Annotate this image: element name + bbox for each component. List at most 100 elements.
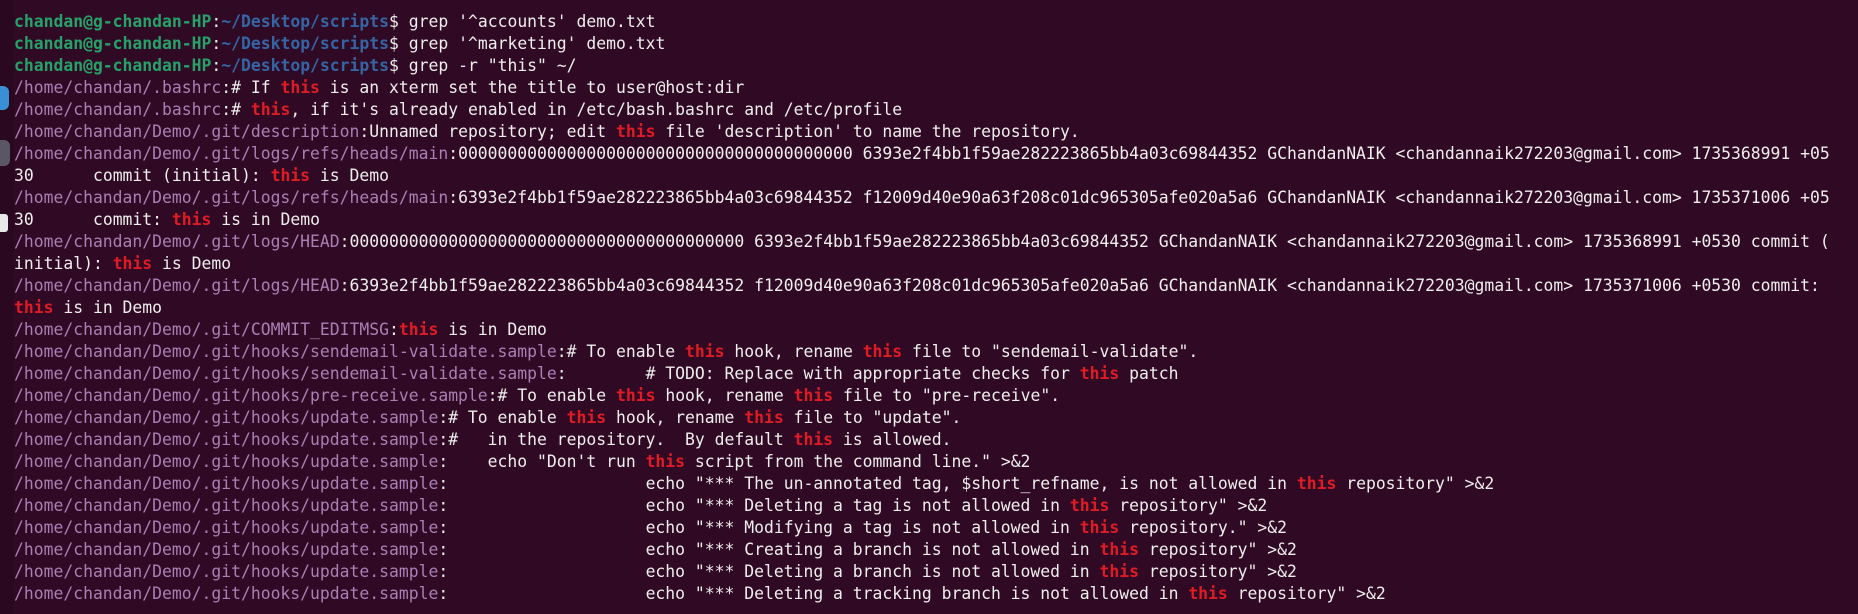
terminal-icon[interactable] — [0, 140, 10, 166]
line-text: initial): — [14, 254, 113, 273]
line-text: file 'description' to name the repositor… — [655, 122, 1080, 141]
prompt-dollar: $ — [389, 12, 409, 31]
line-text: :# If — [221, 78, 281, 97]
line-text: is Demo — [152, 254, 232, 273]
line-text: :6393e2f4bb1f59ae282223865bb4a03c6984435… — [339, 276, 1820, 295]
match-highlight: this — [171, 210, 212, 229]
line-text: file to "sendemail-validate". — [902, 342, 1199, 361]
line-text: : echo "*** Deleting a branch is not all… — [438, 562, 1100, 581]
output-line: /home/chandan/Demo/.git/hooks/pre-receiv… — [14, 385, 1858, 407]
line-text: , if it's already enabled in /etc/bash.b… — [290, 100, 903, 119]
file-path: /home/chandan/Demo/.git/hooks/update.sam… — [14, 584, 439, 603]
match-highlight: this — [270, 166, 311, 185]
output-line: /home/chandan/.bashrc:# this, if it's al… — [14, 99, 1858, 121]
line-text: grep -r "this" ~/ — [408, 56, 577, 75]
prompt-line: chandan@g-chandan-HP:~/Desktop/scripts$ … — [14, 55, 1858, 77]
line-text: is Demo — [310, 166, 390, 185]
match-highlight: this — [398, 320, 439, 339]
output-line: 30 commit: this is in Demo — [14, 209, 1858, 231]
file-path: /home/chandan/Demo/.git/hooks/sendemail-… — [14, 364, 557, 383]
line-text: file to "pre-receive". — [833, 386, 1061, 405]
file-path: /home/chandan/Demo/.git/hooks/update.sam… — [14, 452, 439, 471]
file-path: /home/chandan/.bashrc — [14, 100, 222, 119]
line-text: : echo "*** Deleting a tracking branch i… — [438, 584, 1189, 603]
line-text: is an xterm set the title to user@host:d… — [319, 78, 745, 97]
line-text: is in Demo — [53, 298, 163, 317]
line-text: :# To enable — [556, 342, 686, 361]
line-text: :# — [221, 100, 251, 119]
prompt-user: chandan@g-chandan-HP — [14, 56, 212, 75]
output-line: /home/chandan/Demo/.git/COMMIT_EDITMSG:t… — [14, 319, 1858, 341]
file-path: /home/chandan/Demo/.git/hooks/update.sam… — [14, 562, 439, 581]
file-path: /home/chandan/Demo/.git/hooks/update.sam… — [14, 474, 439, 493]
match-highlight: this — [862, 342, 903, 361]
file-path: /home/chandan/.bashrc — [14, 78, 222, 97]
match-highlight: this — [1069, 496, 1110, 515]
file-path: /home/chandan/Demo/.git/hooks/update.sam… — [14, 540, 439, 559]
file-path: /home/chandan/Demo/.git/logs/refs/heads/… — [14, 144, 449, 163]
line-text: hook, rename — [724, 342, 863, 361]
line-text: is allowed. — [833, 430, 952, 449]
match-highlight: this — [566, 408, 607, 427]
line-text: is in Demo — [438, 320, 547, 339]
output-line: /home/chandan/Demo/.git/logs/HEAD:000000… — [14, 231, 1858, 253]
match-highlight: this — [744, 408, 784, 427]
prompt-separator: : — [211, 34, 222, 53]
line-text: : echo "*** Modifying a tag is not allow… — [438, 518, 1080, 537]
match-highlight: this — [793, 386, 834, 405]
output-line: /home/chandan/Demo/.git/hooks/sendemail-… — [14, 341, 1858, 363]
file-path: /home/chandan/Demo/.git/logs/HEAD — [14, 276, 340, 295]
file-path: /home/chandan/Demo/.git/logs/refs/heads/… — [14, 188, 449, 207]
file-path: /home/chandan/Demo/.git/hooks/pre-receiv… — [14, 386, 488, 405]
prompt-dollar: $ — [389, 56, 409, 75]
line-text: : — [388, 320, 399, 339]
prompt-line: chandan@g-chandan-HP:~/Desktop/scripts$ … — [14, 33, 1858, 55]
match-highlight: this — [1079, 364, 1120, 383]
output-line: /home/chandan/Demo/.git/hooks/update.sam… — [14, 583, 1858, 605]
file-path: /home/chandan/Demo/.git/hooks/update.sam… — [14, 496, 439, 515]
match-highlight: this — [615, 386, 656, 405]
output-line: /home/chandan/.bashrc:# If this is an xt… — [14, 77, 1858, 99]
line-text: repository" >&2 — [1138, 540, 1297, 559]
terminal-output[interactable]: chandan@g-chandan-HP:~/Desktop/scripts$ … — [14, 11, 1858, 614]
line-text: file to "update". — [783, 408, 962, 427]
match-highlight: this — [112, 254, 153, 273]
prompt-dollar: $ — [389, 34, 409, 53]
line-text: hook, rename — [606, 408, 745, 427]
output-line: /home/chandan/Demo/.git/hooks/sendemail-… — [14, 363, 1858, 385]
match-highlight: this — [645, 452, 686, 471]
match-highlight: this — [1079, 518, 1120, 537]
line-text: :# To enable — [487, 386, 616, 405]
prompt-line: chandan@g-chandan-HP:~/Desktop/scripts$ … — [14, 11, 1858, 33]
line-text: repository." >&2 — [1119, 518, 1288, 537]
output-line: initial): this is Demo — [14, 253, 1858, 275]
match-highlight: this — [793, 430, 834, 449]
output-line: /home/chandan/Demo/.git/hooks/update.sam… — [14, 429, 1858, 451]
match-highlight: this — [1188, 584, 1228, 603]
app-icon[interactable] — [0, 86, 9, 110]
match-highlight: this — [615, 122, 656, 141]
file-path: /home/chandan/Demo/.git/hooks/update.sam… — [14, 518, 439, 537]
output-line: /home/chandan/Demo/.git/logs/HEAD:6393e2… — [14, 275, 1858, 297]
file-path: /home/chandan/Demo/.git/hooks/sendemail-… — [14, 342, 557, 361]
line-text: : echo "*** The un-annotated tag, $short… — [438, 474, 1297, 493]
line-text: :# in the repository. By default — [438, 430, 794, 449]
match-highlight: this — [250, 100, 291, 119]
line-text: repository" >&2 — [1336, 474, 1495, 493]
line-text: hook, rename — [655, 386, 794, 405]
line-text: repository" >&2 — [1109, 496, 1268, 515]
prompt-user: chandan@g-chandan-HP — [14, 34, 212, 53]
line-text: is in Demo — [211, 210, 320, 229]
prompt-separator: : — [211, 56, 222, 75]
match-highlight: this — [280, 78, 320, 97]
files-icon[interactable] — [0, 214, 8, 232]
line-text: : echo "*** Creating a branch is not all… — [438, 540, 1100, 559]
match-highlight: this — [14, 298, 54, 317]
line-text: repository" >&2 — [1227, 584, 1386, 603]
line-text: :000000000000000000000000000000000000000… — [448, 144, 1830, 163]
output-line: /home/chandan/Demo/.git/description:Unna… — [14, 121, 1858, 143]
file-path: /home/chandan/Demo/.git/hooks/update.sam… — [14, 430, 439, 449]
output-line: /home/chandan/Demo/.git/hooks/update.sam… — [14, 473, 1858, 495]
match-highlight: this — [1099, 540, 1139, 559]
line-text: :000000000000000000000000000000000000000… — [339, 232, 1830, 251]
